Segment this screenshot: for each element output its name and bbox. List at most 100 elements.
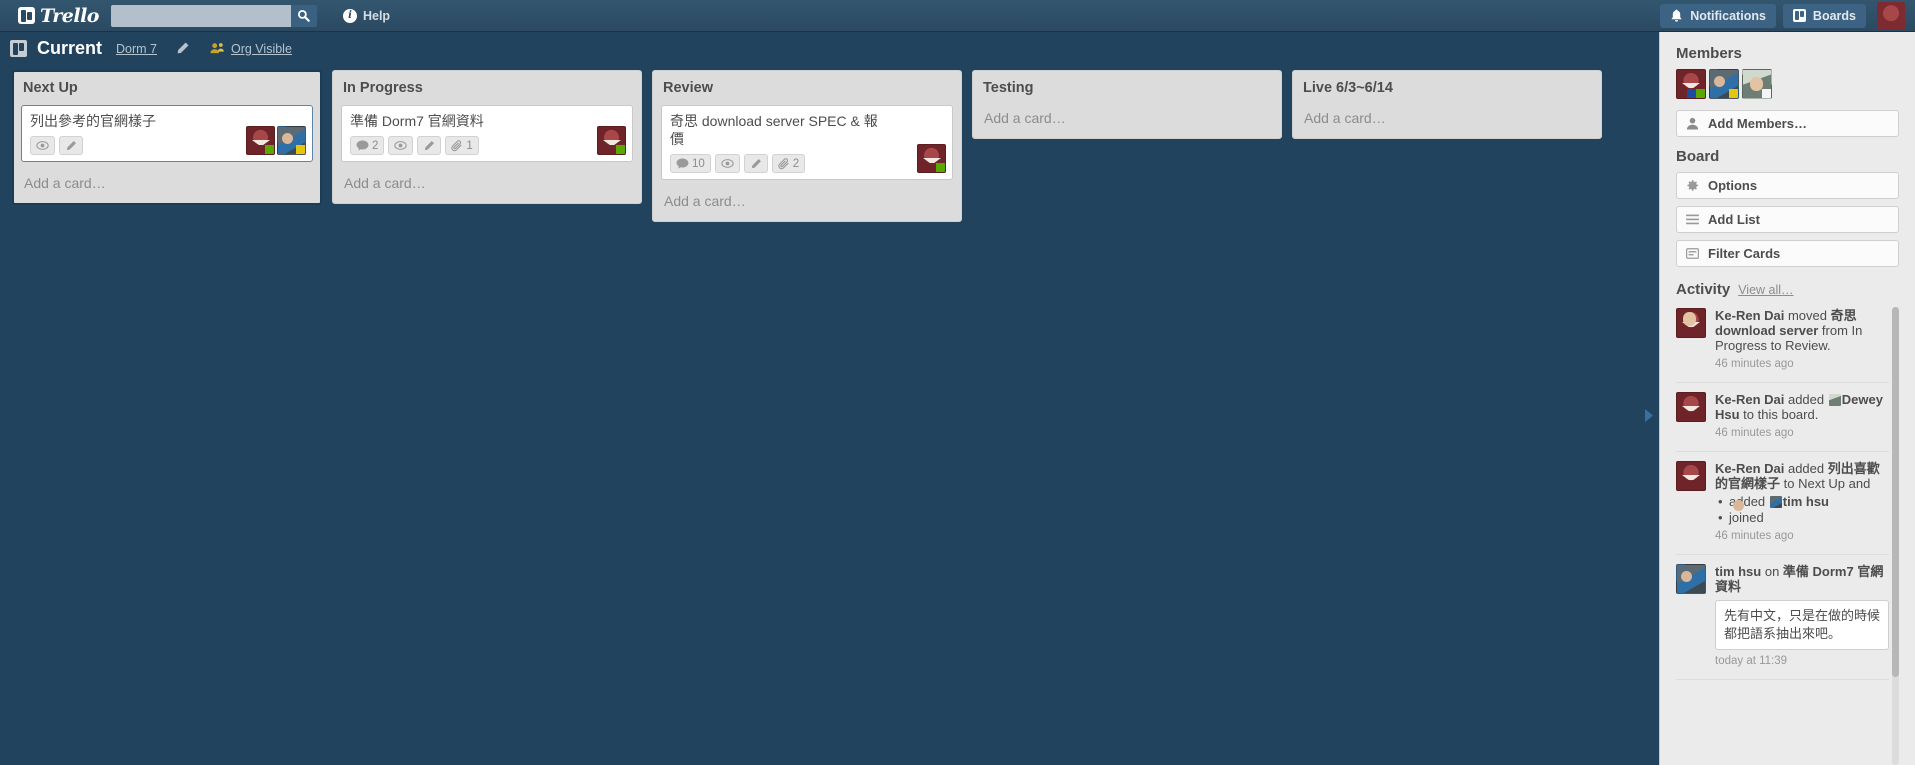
- activity-text: Ke-Ren Dai moved 奇思 download server from…: [1715, 308, 1889, 372]
- list-title[interactable]: Testing: [981, 79, 1273, 105]
- activity-timestamp: 46 minutes ago: [1715, 427, 1794, 439]
- activity-item: Ke-Ren Dai added Dewey Hsu to this board…: [1676, 383, 1889, 452]
- activity-timestamp: today at 11:39: [1715, 655, 1788, 667]
- activity-avatar[interactable]: [1676, 392, 1706, 422]
- add-card-button[interactable]: Add a card…: [341, 170, 633, 203]
- list-title[interactable]: Live 6/3~6/14: [1301, 79, 1593, 105]
- avatar[interactable]: [1709, 69, 1739, 99]
- avatar-status-badge: [296, 145, 305, 154]
- activity-section: Activity View all… Ke-Ren Dai moved 奇思 d…: [1676, 281, 1899, 765]
- boards-label: Boards: [1812, 8, 1856, 23]
- board-icon: [10, 40, 27, 57]
- button-label: Add List: [1708, 212, 1760, 227]
- add-card-button[interactable]: Add a card…: [1301, 105, 1593, 138]
- page-title: Current: [37, 38, 103, 58]
- pencil-icon[interactable]: [175, 41, 190, 56]
- board-heading-label: Board: [1676, 148, 1720, 165]
- board-list[interactable]: Testing Add a card…: [972, 70, 1282, 139]
- activity-avatar[interactable]: [1676, 564, 1706, 594]
- members-heading: Members: [1676, 45, 1899, 62]
- avatar-status-badge: [1696, 89, 1705, 98]
- bell-icon: [1671, 9, 1682, 22]
- add-list-button[interactable]: Add List: [1676, 206, 1899, 233]
- list-title[interactable]: Next Up: [21, 79, 313, 105]
- user-avatar[interactable]: [1877, 1, 1905, 30]
- activity-timestamp: 46 minutes ago: [1715, 530, 1794, 542]
- eye-icon: [394, 141, 408, 150]
- card-badge-pencil: [59, 136, 83, 155]
- button-label: Options: [1708, 178, 1758, 193]
- search-button[interactable]: [290, 4, 317, 27]
- board-list[interactable]: Review 奇思 download server SPEC & 報價 10 2 Add…: [652, 70, 962, 222]
- activity-actor[interactable]: Ke-Ren Dai: [1715, 308, 1784, 323]
- avatar[interactable]: [917, 144, 946, 173]
- avatar-status-badge: [1729, 89, 1738, 98]
- view-all-link[interactable]: View all…: [1738, 283, 1793, 297]
- boards-button[interactable]: Boards: [1782, 3, 1866, 28]
- activity-subitem-member[interactable]: tim hsu: [1783, 494, 1829, 509]
- help-link[interactable]: i Help: [342, 8, 391, 23]
- options-button[interactable]: Options: [1676, 172, 1899, 199]
- board-visibility[interactable]: Org Visible: [210, 42, 292, 56]
- card-members: [597, 126, 626, 155]
- gear-icon: [1686, 179, 1699, 192]
- activity-comment[interactable]: 先有中文，只是在做的時候都把語系抽出來吧。: [1715, 600, 1889, 650]
- filter-cards-button[interactable]: Filter Cards: [1676, 240, 1899, 267]
- info-icon: i: [342, 8, 357, 23]
- activity-heading: Activity View all…: [1676, 281, 1899, 298]
- add-members-button[interactable]: Add Members…: [1676, 110, 1899, 137]
- avatar[interactable]: [1676, 69, 1706, 99]
- card-badge-pencil: [417, 136, 442, 155]
- card-badge-eye: [388, 136, 414, 155]
- organization-link[interactable]: Dorm 7: [116, 42, 157, 56]
- card[interactable]: 準備 Dorm7 官網資料 2 1: [341, 105, 633, 162]
- activity-actor[interactable]: tim hsu: [1715, 564, 1761, 579]
- notifications-button[interactable]: Notifications: [1660, 3, 1776, 28]
- activity-item: Ke-Ren Dai moved 奇思 download server from…: [1676, 305, 1889, 383]
- card-badge-value: 2: [372, 139, 379, 152]
- activity-actor[interactable]: Ke-Ren Dai: [1715, 392, 1784, 407]
- card-title: 準備 Dorm7 官網資料: [350, 113, 484, 129]
- sidebar-collapse-arrow-icon[interactable]: [1640, 65, 1659, 765]
- activity-subitem: joined: [1718, 510, 1889, 525]
- avatar[interactable]: [277, 126, 306, 155]
- board-list[interactable]: Live 6/3~6/14 Add a card…: [1292, 70, 1602, 139]
- search-icon: [298, 9, 311, 22]
- header-actions: Notifications Boards: [1660, 1, 1907, 30]
- card[interactable]: 列出參考的官網樣子: [21, 105, 313, 162]
- board-list[interactable]: Next Up 列出參考的官網樣子 Add a card…: [12, 70, 322, 205]
- inline-avatar: [1828, 394, 1841, 406]
- inline-avatar: [1769, 496, 1782, 508]
- activity-avatar[interactable]: [1676, 461, 1706, 491]
- board-list[interactable]: In Progress 準備 Dorm7 官網資料 2 1 Add a card…: [332, 70, 642, 204]
- add-card-button[interactable]: Add a card…: [21, 170, 313, 203]
- member-avatar-list: [1676, 69, 1899, 99]
- search-input[interactable]: [110, 4, 291, 27]
- avatar-status-badge: [1762, 89, 1771, 98]
- activity-actor[interactable]: Ke-Ren Dai: [1715, 461, 1784, 476]
- add-card-button[interactable]: Add a card…: [981, 105, 1273, 138]
- board-section: Board Options Add List Filter Cards: [1676, 148, 1899, 267]
- board-button-list: Options Add List Filter Cards: [1676, 172, 1899, 267]
- person-icon: [1686, 117, 1699, 130]
- list-title[interactable]: In Progress: [341, 79, 633, 105]
- activity-feed: Ke-Ren Dai moved 奇思 download server from…: [1676, 305, 1899, 765]
- add-card-button[interactable]: Add a card…: [661, 188, 953, 221]
- card-badge-value: 1: [466, 139, 473, 152]
- trello-logo-icon: [18, 7, 35, 24]
- trello-logo[interactable]: Trello: [18, 5, 99, 27]
- avatar[interactable]: [246, 126, 275, 155]
- card-badge-attachment: 1: [445, 136, 479, 155]
- card[interactable]: 奇思 download server SPEC & 報價 10 2: [661, 105, 953, 180]
- list-title[interactable]: Review: [661, 79, 953, 105]
- attachment-icon: [451, 139, 463, 152]
- board-header: Current Dorm 7 Org Visible: [0, 32, 1915, 65]
- activity-text: Ke-Ren Dai added 列出喜歡的官網樣子 to Next Up an…: [1715, 461, 1889, 544]
- help-label: Help: [362, 8, 391, 23]
- card-members: [917, 144, 946, 173]
- board-heading: Board: [1676, 148, 1899, 165]
- activity-scrollbar[interactable]: [1892, 307, 1899, 765]
- card-badges: 10 2: [670, 154, 945, 173]
- avatar[interactable]: [597, 126, 626, 155]
- avatar[interactable]: [1742, 69, 1772, 99]
